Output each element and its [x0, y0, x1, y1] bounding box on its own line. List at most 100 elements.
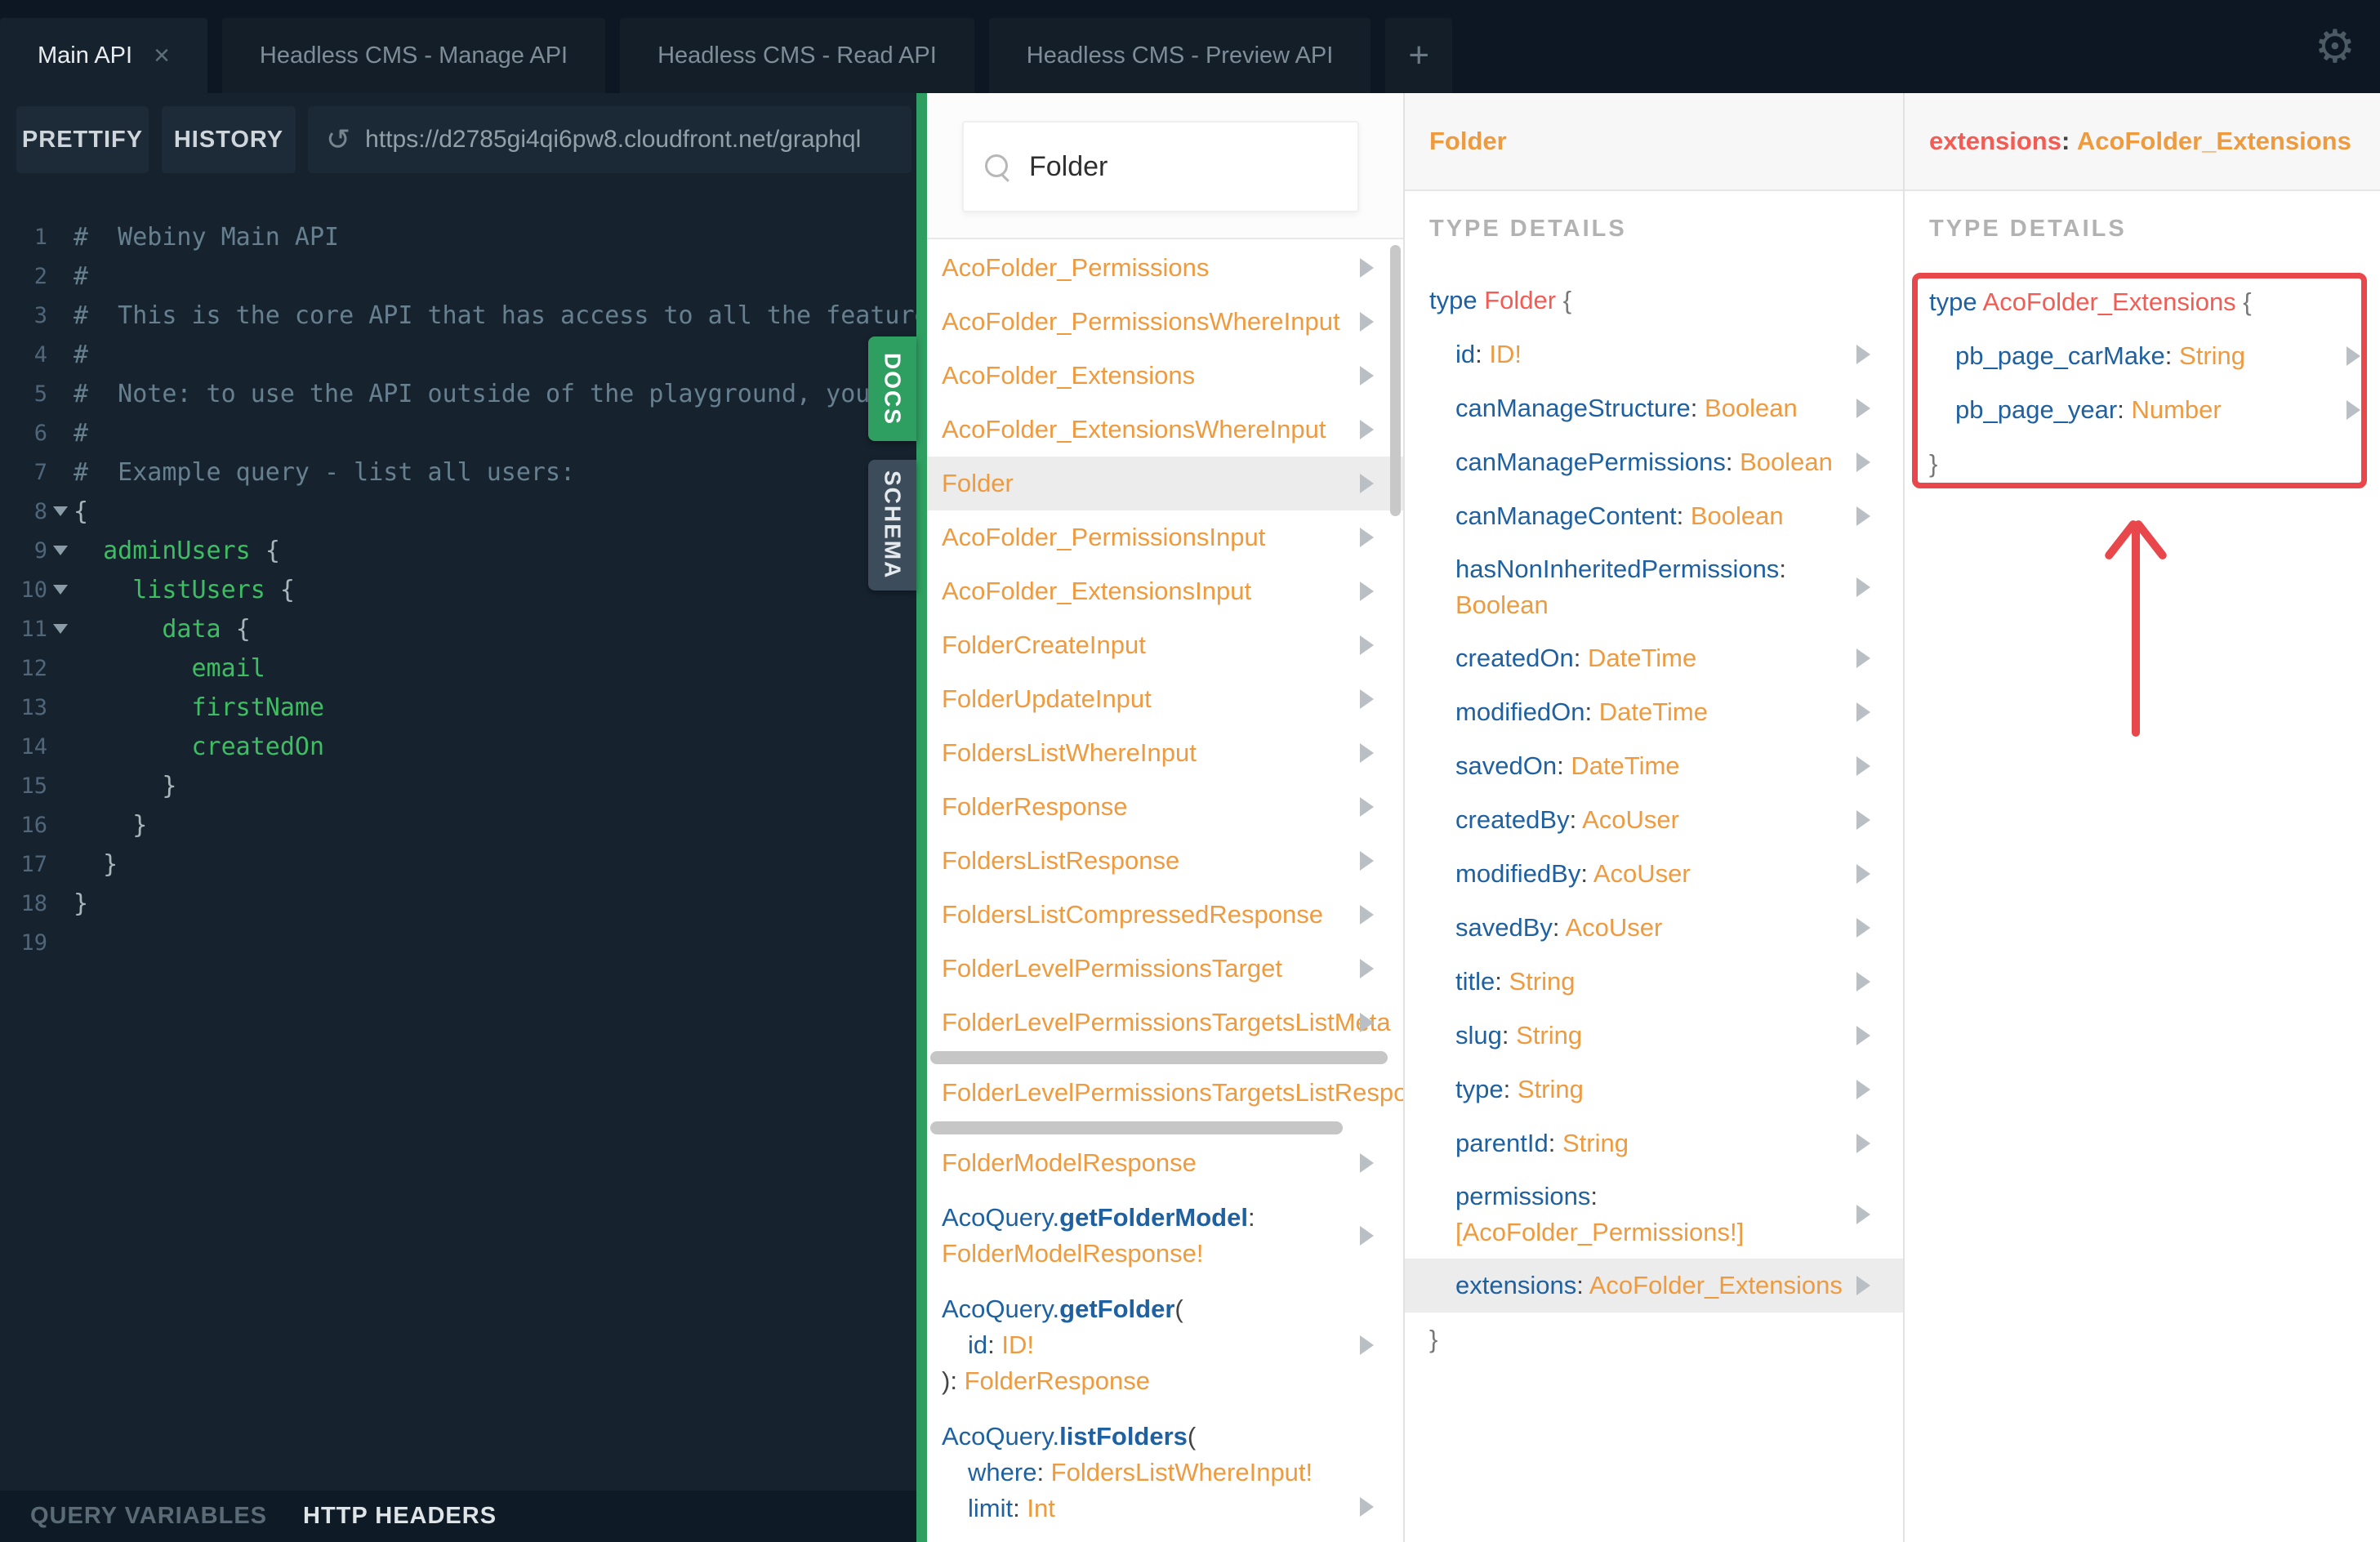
chevron-right-icon — [1360, 743, 1374, 763]
type-field-row[interactable]: slug: String — [1405, 1009, 1903, 1063]
docs-list-item[interactable]: FolderLevelPermissionsTargetsListMeta — [927, 996, 1403, 1050]
editor-line: 1 # Webiny Main API — [0, 217, 916, 256]
fold-arrow-icon[interactable] — [53, 624, 68, 634]
schema-side-tab[interactable]: SCHEMA — [868, 460, 916, 591]
type-field-row[interactable]: canManageContent: Boolean — [1405, 489, 1903, 543]
docs-list-item[interactable]: FoldersListCompressedResponse — [927, 888, 1403, 942]
type-field-row[interactable]: id: ID! — [1405, 328, 1903, 381]
chevron-right-icon — [2347, 400, 2360, 420]
docs-list-item[interactable]: AcoQuery.getFolderModel: FolderModelRespo… — [927, 1190, 1403, 1281]
fold-arrow-icon[interactable] — [53, 546, 68, 555]
type-field-row[interactable]: hasNonInheritedPermissions: Boolean — [1405, 543, 1903, 631]
tab-headless-cms-preview-api[interactable]: Headless CMS - Preview API — [988, 18, 1371, 93]
chevron-right-icon — [1856, 756, 1870, 776]
editor-column: PRETTIFY HISTORY ↺ https://d2785gi4qi6pw… — [0, 93, 916, 1542]
type-field-row[interactable]: createdOn: DateTime — [1405, 631, 1903, 685]
docs-list-item[interactable]: AcoFolder_PermissionsWhereInput — [927, 295, 1403, 349]
type-details-panel: Folder TYPE DETAILS type Folder {id: ID!… — [1403, 93, 1903, 1542]
endpoint-url-field[interactable]: ↺ https://d2785gi4qi6pw8.cloudfront.net/… — [308, 106, 911, 173]
horizontal-scrollbar[interactable] — [927, 1050, 1403, 1066]
docs-list-item[interactable]: AcoFolder_ExtensionsWhereInput — [927, 403, 1403, 457]
docs-list-item[interactable]: FolderLevelPermissionsTarget — [927, 942, 1403, 996]
line-number: 10 — [20, 577, 47, 603]
vertical-scrollbar[interactable] — [1390, 245, 1401, 516]
docs-list-item[interactable]: FoldersListWhereInput — [927, 726, 1403, 780]
docs-list-item[interactable]: FoldersListResponse — [927, 834, 1403, 888]
close-icon[interactable]: × — [154, 42, 170, 69]
docs-list-item[interactable]: AcoFolder_PermissionsInput — [927, 510, 1403, 564]
docs-search-input[interactable]: Folder — [962, 121, 1359, 212]
docs-list-item[interactable]: FolderModelResponse — [927, 1136, 1403, 1190]
line-number: 4 — [33, 341, 47, 368]
type-field-row[interactable]: createdBy: AcoUser — [1405, 793, 1903, 847]
type-field-row[interactable]: parentId: String — [1405, 1116, 1903, 1170]
type-field-row[interactable]: canManagePermissions: Boolean — [1405, 435, 1903, 489]
editor-line: 13 firstName — [0, 688, 916, 727]
add-tab-button[interactable]: + — [1385, 18, 1453, 93]
docs-list-item[interactable]: AcoQuery.getFolder(id: ID!): FolderRespo… — [927, 1281, 1403, 1409]
type-field-row[interactable]: savedOn: DateTime — [1405, 739, 1903, 793]
fold-arrow-icon[interactable] — [53, 585, 68, 595]
type-field-row[interactable]: pb_page_year: Number — [1905, 383, 2380, 437]
editor-line: 12 email — [0, 648, 916, 688]
horizontal-scrollbar[interactable] — [927, 1120, 1403, 1136]
tab-label: Headless CMS - Manage API — [259, 42, 568, 69]
type-field-row[interactable]: extensions: AcoFolder_Extensions — [1405, 1259, 1903, 1312]
tab-headless-cms-manage-api[interactable]: Headless CMS - Manage API — [221, 18, 606, 93]
type-field-row[interactable]: modifiedBy: AcoUser — [1405, 847, 1903, 901]
editor-line: 14 createdOn — [0, 727, 916, 766]
docs-list-item[interactable]: FolderResponse — [927, 780, 1403, 834]
endpoint-url-text: https://d2785gi4qi6pw8.cloudfront.net/gr… — [365, 126, 862, 153]
editor-line: 11 data { — [0, 609, 916, 648]
extensions-details-panel: extensions: AcoFolder_Extensions TYPE DE… — [1903, 93, 2380, 1542]
close-brace: } — [1429, 1325, 1438, 1353]
chevron-right-icon — [1856, 648, 1870, 668]
docs-side-tab[interactable]: DOCS — [868, 336, 916, 441]
chevron-right-icon — [2347, 346, 2360, 366]
docs-list-item[interactable]: AcoQuery.listFolders(where: FoldersListW… — [927, 1409, 1403, 1536]
settings-gear-icon[interactable]: ⚙ — [2315, 3, 2355, 90]
history-button[interactable]: HISTORY — [162, 106, 296, 173]
line-number: 3 — [33, 302, 47, 328]
docs-list-item[interactable]: AcoFolder_Extensions — [927, 349, 1403, 403]
docs-list-item[interactable]: AcoFolder_Permissions — [927, 241, 1403, 295]
docs-list-item[interactable]: Folder — [927, 457, 1403, 510]
line-number: 11 — [20, 616, 47, 642]
tab-main-api[interactable]: Main API × — [0, 18, 207, 93]
type-field-row[interactable]: title: String — [1405, 955, 1903, 1009]
panel-divider[interactable] — [916, 93, 927, 1542]
chevron-right-icon — [1856, 918, 1870, 938]
reload-icon[interactable]: ↺ — [326, 123, 350, 157]
query-editor[interactable]: 1 # Webiny Main API 2 #3 # This is the core … — [0, 188, 916, 1491]
chevron-right-icon — [1360, 1335, 1374, 1355]
type-details-label: TYPE DETAILS — [1429, 216, 1627, 242]
line-number: 1 — [33, 224, 47, 250]
http-headers-tab[interactable]: HTTP HEADERS — [303, 1503, 497, 1530]
tab-headless-cms-read-api[interactable]: Headless CMS - Read API — [620, 18, 974, 93]
tabs-container: Main API × Headless CMS - Manage API Headle… — [0, 18, 1453, 93]
type-field-row[interactable]: canManageStructure: Boolean — [1405, 381, 1903, 435]
type-field-row[interactable]: permissions: [AcoFolder_Permissions!] — [1405, 1170, 1903, 1259]
type-field-row[interactable]: savedBy: AcoUser — [1405, 901, 1903, 955]
docs-list-item[interactable]: AcoFolder_ExtensionsInput — [927, 564, 1403, 618]
query-variables-tab[interactable]: QUERY VARIABLES — [30, 1503, 267, 1530]
type-field-row[interactable]: pb_page_carMake: String — [1905, 329, 2380, 383]
editor-line: 16 } — [0, 805, 916, 845]
docs-list-item[interactable]: FolderCreateInput — [927, 618, 1403, 672]
prettify-button[interactable]: PRETTIFY — [16, 106, 149, 173]
docs-list-item[interactable]: FolderUpdateInput — [927, 672, 1403, 726]
chevron-right-icon — [1360, 474, 1374, 493]
editor-line: 19 — [0, 923, 916, 962]
fold-arrow-icon[interactable] — [53, 506, 68, 516]
line-number: 14 — [20, 733, 47, 760]
type-field-row[interactable]: modifiedOn: DateTime — [1405, 685, 1903, 739]
chevron-right-icon — [1360, 420, 1374, 439]
type-field-row[interactable]: type: String — [1405, 1063, 1903, 1116]
docs-list-item[interactable]: FolderLevelPermissionsTargetsListRespo — [927, 1066, 1403, 1120]
chevron-right-icon — [1360, 582, 1374, 601]
chevron-right-icon — [1856, 810, 1870, 830]
search-icon — [985, 154, 1009, 179]
editor-line: 15 } — [0, 766, 916, 805]
graphql-playground-window: Main API × Headless CMS - Manage API Headle… — [0, 0, 2380, 1542]
editor-line: 10 listUsers { — [0, 570, 916, 609]
